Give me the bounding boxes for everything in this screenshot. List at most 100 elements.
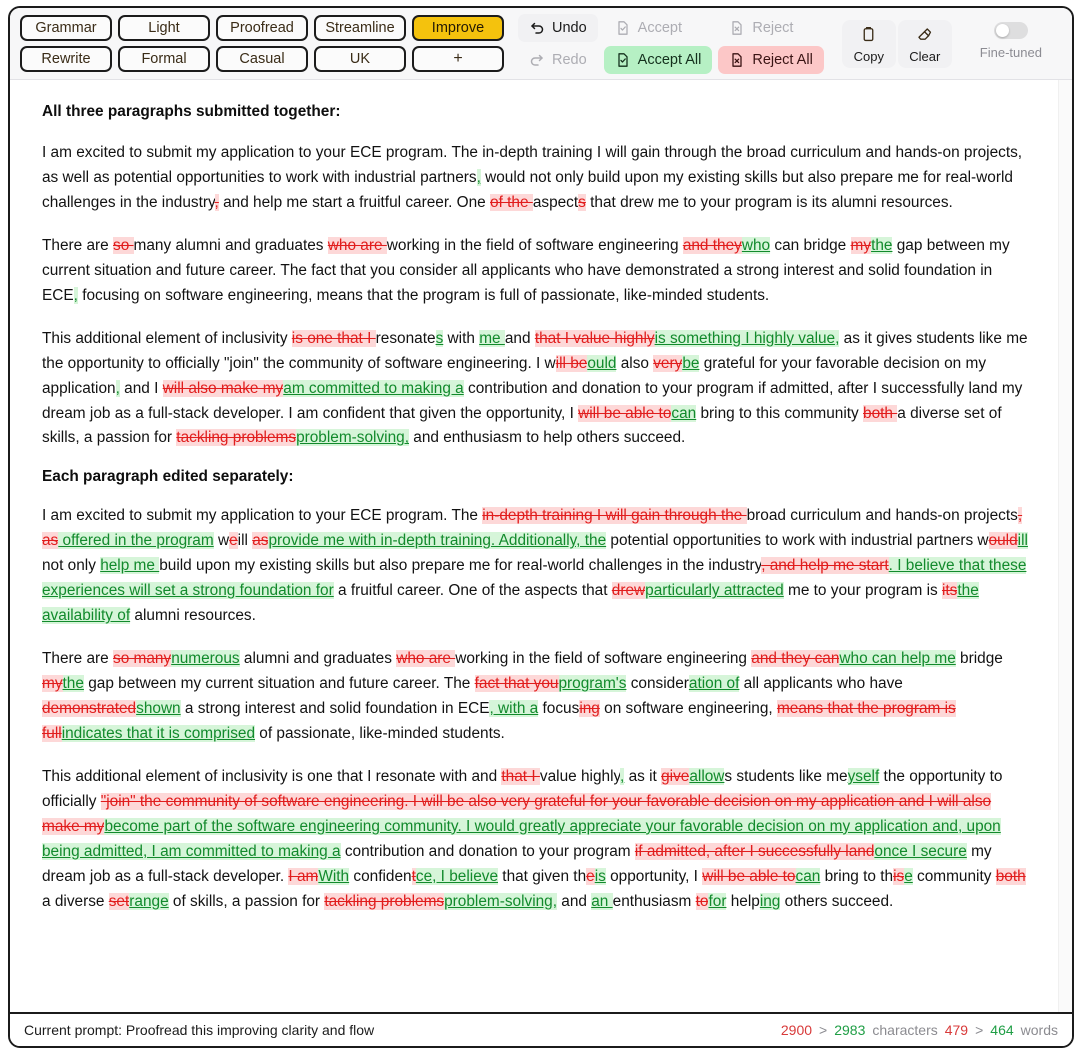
inserted-text[interactable]: who	[741, 236, 771, 254]
preset-chip-streamline[interactable]: Streamline	[314, 15, 406, 41]
accept-all-button[interactable]: Accept All	[603, 45, 713, 74]
deleted-text[interactable]: fact that you	[474, 675, 559, 693]
inserted-text[interactable]: particularly attracted	[645, 582, 784, 600]
deleted-text[interactable]: ill be	[555, 354, 588, 372]
reject-button[interactable]: Reject	[718, 14, 823, 42]
deleted-text[interactable]: very	[653, 354, 683, 372]
clear-button[interactable]: Clear	[897, 19, 952, 68]
deleted-text[interactable]: is	[893, 867, 905, 885]
deleted-text[interactable]: e	[229, 532, 238, 550]
redo-button[interactable]: Redo	[518, 46, 598, 74]
preset-chip-proofread[interactable]: Proofread	[216, 15, 308, 41]
inserted-text[interactable]: is something I highly value,	[654, 329, 840, 347]
deleted-text[interactable]: s	[578, 193, 586, 211]
deleted-text[interactable]: is one that I	[291, 329, 376, 347]
deleted-text[interactable]: ing	[579, 700, 600, 718]
unchanged-text: alumni resources.	[130, 607, 256, 625]
deleted-text[interactable]: will be able to	[578, 404, 672, 422]
inserted-text[interactable]: is	[594, 867, 606, 885]
preset-chip-improve[interactable]: Improve	[412, 15, 504, 41]
diff-paragraph-1: I am excited to submit my application to…	[42, 141, 1028, 216]
deleted-text[interactable]: both	[995, 867, 1026, 885]
deleted-text[interactable]: so many	[113, 650, 172, 668]
inserted-text[interactable]: range	[129, 892, 169, 910]
deleted-text[interactable]: so	[113, 236, 134, 254]
inserted-text[interactable]: numerous	[171, 650, 240, 668]
deleted-text[interactable]: will also make my	[162, 379, 284, 397]
fine-tuned-toggle[interactable]	[993, 22, 1028, 39]
section-heading-separate: Each paragraph edited separately:	[42, 468, 294, 486]
inserted-text[interactable]: me	[479, 329, 505, 347]
inserted-text[interactable]: ing	[759, 892, 781, 910]
preset-chip-light[interactable]: Light	[118, 15, 210, 41]
deleted-text[interactable]: both	[863, 404, 898, 422]
inserted-text[interactable]: an	[591, 892, 613, 910]
deleted-text[interactable]: set	[108, 892, 130, 910]
deleted-text[interactable]: I am	[288, 867, 319, 885]
deleted-text[interactable]: ould	[988, 532, 1018, 550]
deleted-text[interactable]: if admitted, after I successfully land	[634, 842, 875, 860]
inserted-text[interactable]: offered in the program	[58, 532, 214, 550]
deleted-text[interactable]: that I value highly	[534, 329, 655, 347]
preset-chip-rewrite[interactable]: Rewrite	[20, 46, 112, 72]
deleted-text[interactable]: e	[586, 867, 595, 885]
deleted-text[interactable]: and they	[682, 236, 742, 254]
deleted-text[interactable]: who are	[327, 236, 387, 254]
inserted-text[interactable]: can	[671, 404, 697, 422]
deleted-text[interactable]: in-depth training I will gain through th…	[482, 507, 747, 525]
deleted-text[interactable]: , and help me start	[761, 557, 889, 575]
deleted-text[interactable]: its	[941, 582, 958, 600]
inserted-text[interactable]: provide me with in-depth training. Addit…	[268, 532, 607, 550]
undo-button[interactable]: Undo	[518, 13, 598, 42]
deleted-text[interactable]: tackling problems	[324, 892, 445, 910]
inserted-text[interactable]: e	[904, 867, 913, 885]
deleted-text[interactable]: that I	[501, 767, 540, 785]
deleted-text[interactable]: will be able to	[702, 867, 796, 885]
preset-chip-formal[interactable]: Formal	[118, 46, 210, 72]
vertical-scrollbar[interactable]	[1058, 80, 1072, 1012]
accept-button[interactable]: Accept	[604, 14, 713, 42]
inserted-text[interactable]: program's	[558, 675, 627, 693]
deleted-text[interactable]: who are	[396, 650, 456, 668]
copy-button[interactable]: Copy	[841, 19, 896, 68]
diff-document[interactable]: All three paragraphs submitted together:…	[10, 80, 1058, 1012]
deleted-text[interactable]: to	[695, 892, 709, 910]
deleted-text[interactable]: of the	[490, 193, 533, 211]
inserted-text[interactable]: With	[318, 867, 350, 885]
deleted-text[interactable]: as	[252, 532, 269, 550]
inserted-text[interactable]: yself	[847, 767, 880, 785]
unchanged-text: broad curriculum and hands-on projects	[746, 507, 1018, 525]
inserted-text[interactable]: am committed to making a	[283, 379, 464, 397]
inserted-text[interactable]: ce, I believe	[415, 867, 499, 885]
inserted-text[interactable]: shown	[136, 700, 181, 718]
inserted-text[interactable]: ould	[587, 354, 617, 372]
inserted-text[interactable]: once I secure	[874, 842, 967, 860]
inserted-text[interactable]: the	[62, 675, 84, 693]
inserted-text[interactable]: be	[682, 354, 700, 372]
deleted-text[interactable]: drew	[611, 582, 646, 600]
inserted-text[interactable]: allow	[689, 767, 725, 785]
deleted-text[interactable]: demonstrated	[42, 700, 137, 718]
inserted-text[interactable]: problem-solving,	[296, 429, 409, 447]
inserted-text[interactable]: , with a	[489, 700, 539, 718]
inserted-text[interactable]: can	[795, 867, 821, 885]
deleted-text[interactable]: and they can	[751, 650, 840, 668]
preset-chip-uk[interactable]: UK	[314, 46, 406, 72]
inserted-text[interactable]: the	[871, 236, 893, 254]
inserted-text[interactable]: help me	[100, 557, 160, 575]
inserted-text[interactable]: ill	[1017, 532, 1028, 550]
reject-all-button[interactable]: Reject All	[718, 45, 824, 74]
preset-chip-grammar[interactable]: Grammar	[20, 15, 112, 41]
deleted-text[interactable]: my	[850, 236, 872, 254]
preset-chip-casual[interactable]: Casual	[216, 46, 308, 72]
inserted-text[interactable]: problem-solving,	[444, 892, 558, 910]
inserted-text[interactable]: for	[708, 892, 727, 910]
section-heading-together: All three paragraphs submitted together:	[42, 103, 341, 120]
inserted-text[interactable]: indicates that it is comprised	[61, 725, 256, 743]
inserted-text[interactable]: ation of	[688, 675, 740, 693]
inserted-text[interactable]: who can help me	[839, 650, 956, 668]
deleted-text[interactable]: my	[42, 675, 63, 693]
deleted-text[interactable]: give	[661, 767, 690, 785]
deleted-text[interactable]: tackling problems	[176, 429, 297, 447]
preset-chip-add[interactable]: +	[412, 46, 504, 72]
